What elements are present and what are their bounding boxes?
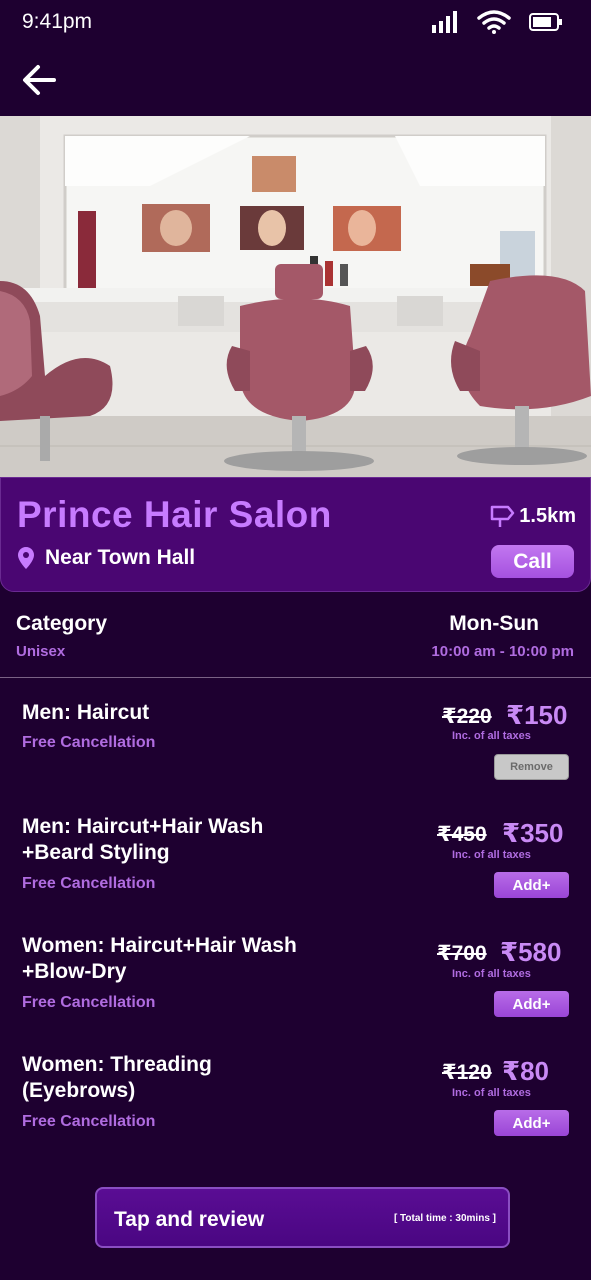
discounted-price: ₹580	[500, 937, 562, 967]
location-text: Near Town Hall	[45, 546, 196, 569]
discounted-price: ₹150	[506, 700, 568, 730]
service-item: Men: Haircut Free Cancellation ₹220 ₹150…	[0, 700, 591, 810]
service-item: Women: Haircut+Hair Wash +Blow-Dry Free C…	[0, 933, 591, 1043]
service-name: Women: Threading (Eyebrows)	[22, 1053, 212, 1102]
distance-value: 1.5km	[519, 504, 576, 527]
discounted-price: ₹350	[502, 818, 564, 848]
original-price: ₹450	[437, 823, 487, 846]
status-icons	[431, 10, 563, 34]
hours-value: 10:00 am - 10:00 pm	[431, 643, 574, 660]
tax-note: Inc. of all taxes	[452, 968, 531, 980]
review-label: Tap and review	[114, 1208, 265, 1231]
tap-and-review-button[interactable]: Tap and review [ Total time : 30mins ]	[95, 1187, 510, 1248]
remove-button[interactable]: Remove	[494, 754, 569, 780]
call-button[interactable]: Call	[491, 545, 574, 578]
status-time: 9:41pm	[22, 10, 93, 33]
service-item: Men: Haircut+Hair Wash +Beard Styling Fre…	[0, 814, 591, 924]
tax-note: Inc. of all taxes	[452, 1087, 531, 1099]
back-arrow-icon	[23, 65, 56, 95]
add-button[interactable]: Add+	[494, 991, 569, 1017]
service-name: Men: Haircut	[22, 701, 150, 724]
tax-note: Inc. of all taxes	[452, 730, 531, 742]
back-button[interactable]	[20, 60, 60, 100]
add-button[interactable]: Add+	[494, 1110, 569, 1136]
free-cancellation: Free Cancellation	[22, 994, 156, 1011]
salon-photo	[0, 116, 591, 478]
service-item: Women: Threading (Eyebrows) Free Cancella…	[0, 1052, 591, 1162]
battery-icon	[529, 13, 562, 31]
salon-info-card: Prince Hair Salon 1.5km Near Town Hall C…	[0, 477, 591, 592]
service-name: Women: Haircut+Hair Wash +Blow-Dry	[22, 934, 297, 983]
days-label: Mon-Sun	[449, 612, 539, 635]
location: Near Town Hall	[17, 546, 195, 570]
free-cancellation: Free Cancellation	[22, 1113, 156, 1130]
distance: 1.5km	[489, 504, 576, 528]
location-pin-icon	[18, 547, 34, 569]
original-price: ₹700	[437, 942, 487, 965]
free-cancellation: Free Cancellation	[22, 875, 156, 892]
discounted-price: ₹80	[502, 1056, 550, 1086]
add-button[interactable]: Add+	[494, 872, 569, 898]
category-value: Unisex	[16, 643, 66, 660]
signal-icon	[432, 11, 457, 33]
tax-note: Inc. of all taxes	[452, 849, 531, 861]
total-time: [ Total time : 30mins ]	[393, 1213, 496, 1224]
free-cancellation: Free Cancellation	[22, 734, 156, 751]
original-price: ₹220	[442, 705, 492, 728]
divider	[0, 677, 591, 678]
wifi-icon	[477, 10, 511, 34]
original-price: ₹120	[442, 1061, 492, 1084]
service-name: Men: Haircut+Hair Wash +Beard Styling	[22, 815, 264, 864]
status-bar: 9:41pm	[0, 0, 591, 46]
salon-name: Prince Hair Salon	[17, 494, 332, 535]
signpost-icon	[491, 505, 515, 527]
category-label: Category	[16, 612, 108, 635]
